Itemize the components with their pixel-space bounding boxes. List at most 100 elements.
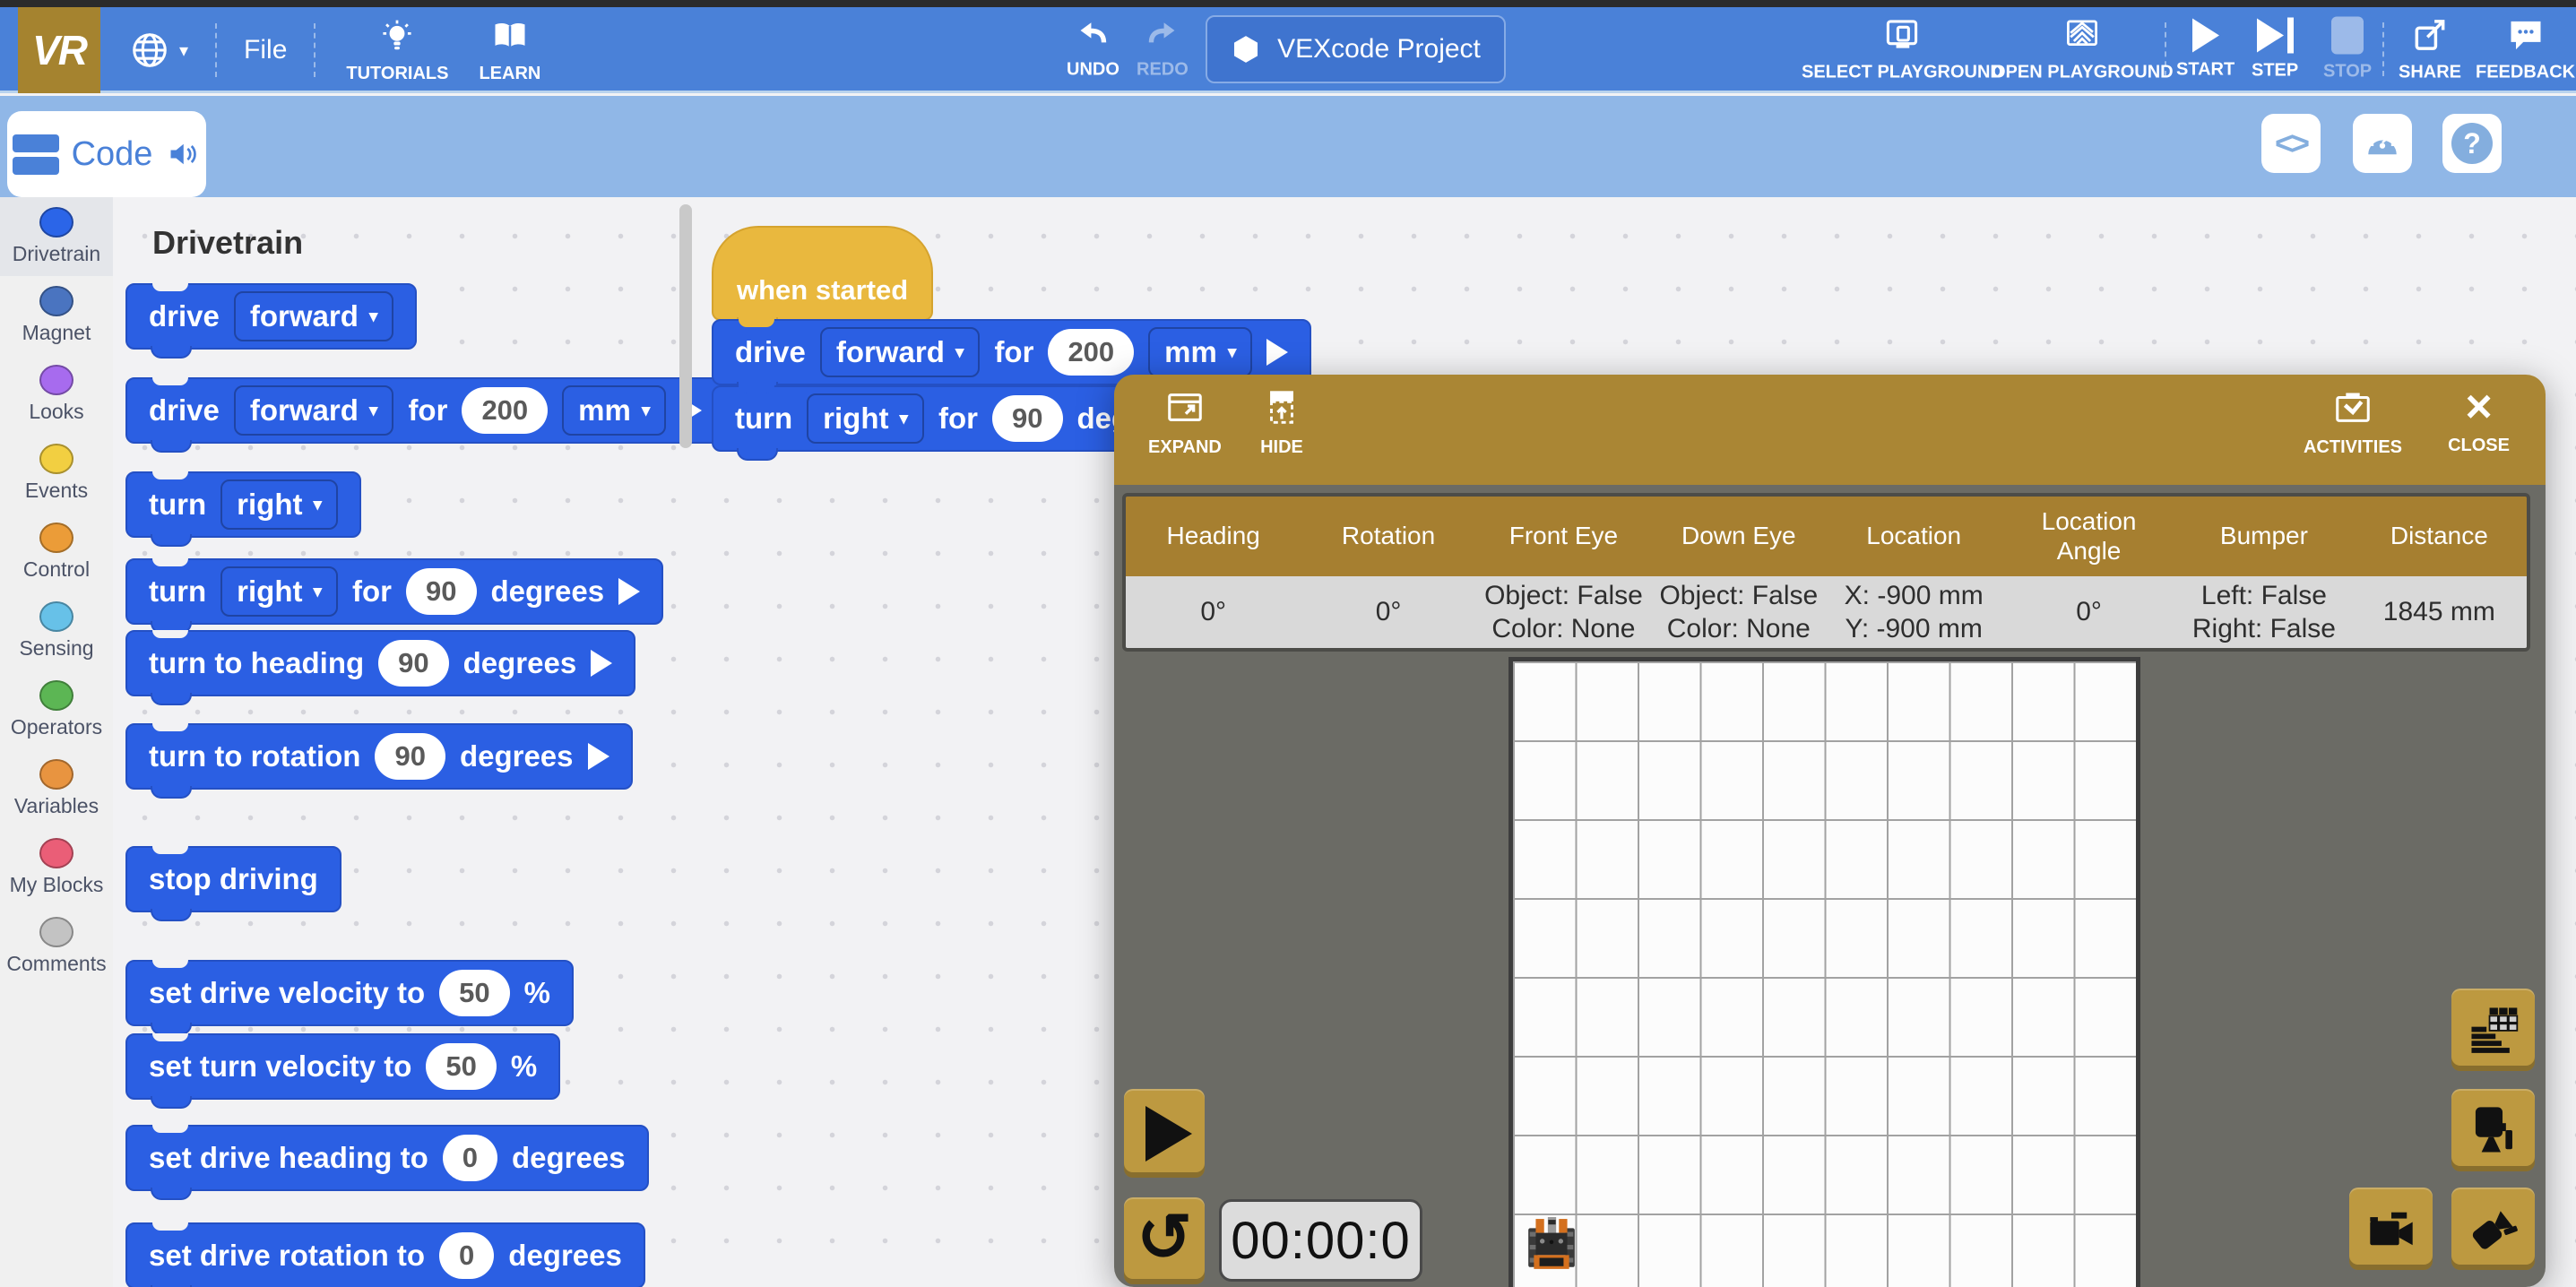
robot-view-button[interactable] <box>2451 1089 2535 1171</box>
block-turn-to-rotation[interactable]: turn to rotation 90 degrees <box>125 723 633 790</box>
main-toolbar: VR ▾ File TUTORIALS <box>0 7 2576 93</box>
col-distance: Distance <box>2352 497 2527 576</box>
dashboard-view-button[interactable] <box>2451 989 2535 1071</box>
block-set-drive-rotation[interactable]: set drive rotation to 0 degrees <box>125 1222 645 1287</box>
block-set-turn-velocity[interactable]: set turn velocity to 50 % <box>125 1033 560 1100</box>
heading-input[interactable]: 0 <box>443 1135 497 1181</box>
block-set-drive-heading[interactable]: set drive heading to 0 degrees <box>125 1125 649 1191</box>
direction-dropdown[interactable]: forward▾ <box>234 291 394 341</box>
close-icon: × <box>2465 387 2492 427</box>
category-color-dot <box>39 917 73 947</box>
angled-camera-view-button[interactable] <box>2451 1188 2535 1270</box>
category-color-dot <box>39 680 73 711</box>
block-turn-to-heading[interactable]: turn to heading 90 degrees <box>125 630 635 696</box>
toolbar-divider <box>2165 22 2166 76</box>
tab-code[interactable]: Code <box>7 111 206 197</box>
learn-label: LEARN <box>479 64 540 84</box>
direction-dropdown[interactable]: right▾ <box>220 479 338 530</box>
side-camera-view-button[interactable] <box>2349 1188 2433 1270</box>
run-arrow-icon[interactable] <box>588 743 609 770</box>
run-arrow-icon[interactable] <box>1266 339 1288 366</box>
direction-dropdown[interactable]: right▾ <box>220 566 338 617</box>
palette-scrollbar[interactable] <box>679 204 692 448</box>
table-header-row: Heading Rotation Front Eye Down Eye Loca… <box>1126 497 2527 576</box>
angle-input[interactable]: 90 <box>406 568 476 615</box>
run-arrow-icon[interactable] <box>591 650 612 677</box>
feedback-button[interactable]: FEEDBACK <box>2476 15 2575 82</box>
sidebar-item-variables[interactable]: Variables <box>0 749 113 828</box>
table-value-row: 0° 0° Object: FalseColor: None Object: F… <box>1126 576 2527 648</box>
sidebar-item-events[interactable]: Events <box>0 434 113 513</box>
sidebar-item-my-blocks[interactable]: My Blocks <box>0 828 113 907</box>
toolbar-divider <box>215 23 217 77</box>
vr-robot[interactable] <box>1526 1217 1578 1273</box>
sidebar-item-looks[interactable]: Looks <box>0 355 113 434</box>
unit-dropdown[interactable]: mm▾ <box>562 385 666 436</box>
file-menu[interactable]: File <box>244 35 287 65</box>
activities-button[interactable]: ACTIVITIES <box>2304 387 2402 458</box>
chevron-down-icon: ▾ <box>369 401 378 421</box>
direction-dropdown[interactable]: forward▾ <box>234 385 394 436</box>
unit-dropdown[interactable]: mm▾ <box>1148 327 1252 377</box>
velocity-input[interactable]: 50 <box>439 970 509 1016</box>
playground-field-grid[interactable] <box>1508 657 2140 1287</box>
rotation-input[interactable]: 90 <box>375 733 445 780</box>
block-drive[interactable]: drive forward▾ <box>125 283 417 350</box>
sidebar-item-control[interactable]: Control <box>0 513 113 592</box>
category-color-dot <box>39 286 73 316</box>
playground-timer: 00:00:0 <box>1219 1199 1422 1282</box>
block-turn[interactable]: turn right▾ <box>125 471 361 538</box>
block-when-started[interactable]: when started <box>712 226 933 321</box>
learn-button[interactable]: LEARN <box>479 17 540 84</box>
heading-input[interactable]: 90 <box>378 640 448 687</box>
distance-input[interactable]: 200 <box>1048 329 1134 376</box>
direction-dropdown[interactable]: forward▾ <box>820 327 981 377</box>
field-play-button[interactable] <box>1124 1089 1205 1178</box>
sensor-dashboard-table: Heading Rotation Front Eye Down Eye Loca… <box>1122 493 2530 652</box>
code-brackets-icon: <> <box>2275 125 2307 162</box>
angle-input[interactable]: 90 <box>992 395 1062 442</box>
language-selector[interactable]: ▾ <box>129 30 188 71</box>
expand-button[interactable]: EXPAND <box>1148 387 1222 458</box>
stop-label: STOP <box>2323 61 2372 82</box>
dashboard-button[interactable] <box>2353 114 2412 173</box>
block-drive-for[interactable]: drive forward▾ for 200 mm▾ <box>125 377 725 444</box>
sidebar-item-sensing[interactable]: Sensing <box>0 592 113 670</box>
sidebar-item-operators[interactable]: Operators <box>0 670 113 749</box>
category-color-dot <box>39 207 73 238</box>
start-label: START <box>2176 59 2235 80</box>
undo-button[interactable]: UNDO <box>1067 18 1119 80</box>
select-playground-button[interactable]: SELECT PLAYGROUND <box>1802 15 2003 82</box>
step-button[interactable]: STEP <box>2252 17 2298 81</box>
col-bumper: Bumper <box>2176 497 2351 576</box>
tutorials-button[interactable]: TUTORIALS <box>346 17 448 84</box>
share-button[interactable]: SHARE <box>2399 15 2461 82</box>
direction-dropdown[interactable]: right▾ <box>807 393 924 444</box>
activities-label: ACTIVITIES <box>2304 437 2402 458</box>
close-playground-button[interactable]: × CLOSE <box>2448 387 2510 456</box>
stop-button[interactable]: STOP <box>2323 16 2372 82</box>
block-stop-driving[interactable]: stop driving <box>125 846 341 912</box>
block-set-drive-velocity[interactable]: set drive velocity to 50 % <box>125 960 574 1026</box>
undo-label: UNDO <box>1067 59 1119 80</box>
hexagon-icon <box>1231 34 1261 65</box>
sidebar-item-magnet[interactable]: Magnet <box>0 276 113 355</box>
open-playground-button[interactable]: OPEN PLAYGROUND <box>1992 15 2174 82</box>
sidebar-item-comments[interactable]: Comments <box>0 907 113 986</box>
location-value: X: -900 mmY: -900 mm <box>1827 576 2001 648</box>
code-view-button[interactable]: <> <box>2261 114 2321 173</box>
question-mark-icon: ? <box>2451 123 2493 164</box>
block-turn-for[interactable]: turn right▾ for 90 degrees <box>125 558 663 625</box>
sidebar-item-drivetrain[interactable]: Drivetrain <box>0 197 113 276</box>
category-color-dot <box>39 601 73 632</box>
help-button[interactable]: ? <box>2442 114 2502 173</box>
hide-button[interactable]: HIDE <box>1260 387 1303 458</box>
project-name-button[interactable]: VEXcode Project <box>1206 15 1506 83</box>
distance-input[interactable]: 200 <box>462 387 548 434</box>
velocity-input[interactable]: 50 <box>426 1043 496 1090</box>
field-reset-button[interactable]: ↺ <box>1124 1197 1205 1284</box>
run-arrow-icon[interactable] <box>618 578 640 605</box>
redo-button[interactable]: REDO <box>1137 18 1189 80</box>
rotation-input[interactable]: 0 <box>439 1232 494 1279</box>
start-button[interactable]: START <box>2176 18 2235 80</box>
